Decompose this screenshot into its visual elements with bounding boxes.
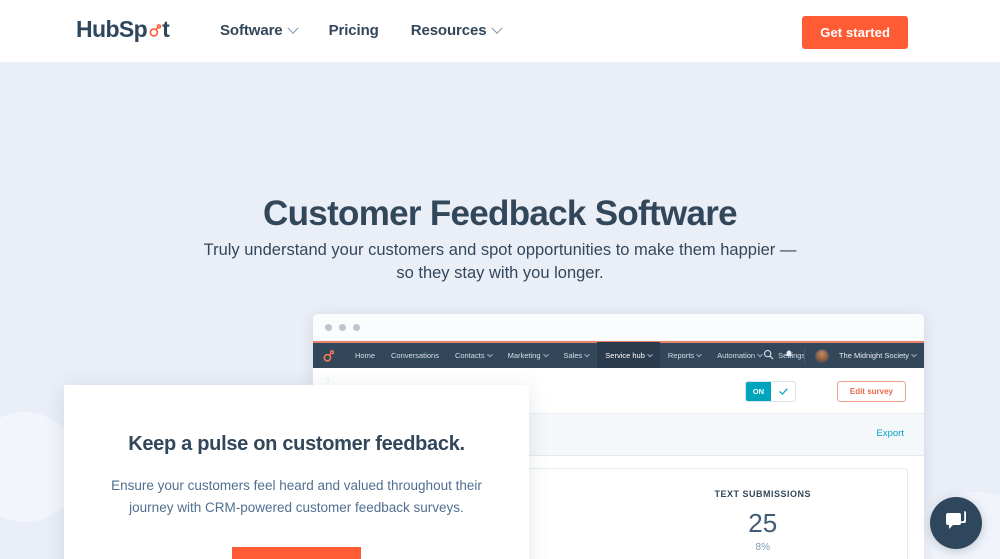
main-navigation: Software Pricing Resources: [220, 22, 503, 39]
app-navigation-bar: Home Conversations Contacts Marketing Sa…: [313, 341, 924, 369]
avatar[interactable]: [814, 348, 829, 363]
app-nav-service-hub[interactable]: Service hub: [597, 342, 660, 369]
app-nav-automation[interactable]: Automation: [709, 342, 770, 369]
nav-label: Pricing: [328, 22, 379, 39]
bell-icon[interactable]: [784, 347, 794, 365]
nav-label: Resources: [410, 22, 487, 39]
chevron-down-icon: [647, 351, 653, 357]
account-menu[interactable]: The Midnight Society: [838, 351, 917, 360]
app-nav-conversations[interactable]: Conversations: [383, 342, 447, 369]
nav-divider: [803, 348, 805, 363]
stat-label: TEXT SUBMISSIONS: [714, 489, 811, 499]
app-nav-marketing[interactable]: Marketing: [500, 342, 556, 369]
nav-label: Software: [220, 22, 283, 39]
window-dot-minimize-icon: [339, 323, 346, 331]
breadcrumb[interactable]: ‹: [327, 376, 343, 383]
chat-widget-button[interactable]: [930, 497, 982, 549]
app-nav-right-group: The Midnight Society: [763, 347, 917, 365]
search-icon[interactable]: [763, 347, 774, 365]
app-nav-label: Conversations: [391, 351, 439, 360]
app-nav-home[interactable]: Home: [347, 342, 383, 369]
stat-text-submissions: TEXT SUBMISSIONS 25 8%: [619, 489, 908, 559]
export-link[interactable]: Export: [877, 428, 904, 439]
stat-percent: 8%: [755, 541, 770, 553]
page-title: Customer Feedback Software: [263, 194, 738, 233]
chevron-down-icon: [486, 351, 493, 357]
app-nav-label: Marketing: [507, 351, 541, 360]
chevron-down-icon: [286, 22, 299, 34]
app-nav-label: Home: [355, 351, 376, 360]
chevron-down-icon: [911, 351, 917, 357]
chevron-down-icon: [696, 351, 702, 357]
app-nav-label: Automation: [717, 351, 756, 360]
toggle-on-label: ON: [745, 382, 771, 401]
account-name: The Midnight Society: [838, 351, 909, 360]
promo-card: Keep a pulse on customer feedback. Ensur…: [64, 385, 529, 559]
app-nav-reports[interactable]: Reports: [660, 342, 709, 369]
app-nav-contacts[interactable]: Contacts: [447, 342, 500, 369]
logo-text-after: t: [162, 16, 170, 42]
browser-chrome-bar: [313, 314, 924, 341]
hero-section: Customer Feedback Software Truly underst…: [0, 62, 1000, 559]
nav-item-pricing[interactable]: Pricing: [329, 22, 379, 39]
get-started-button[interactable]: Get started: [802, 16, 908, 49]
nav-item-software[interactable]: Software: [220, 22, 299, 39]
hubspot-sprocket-icon: [147, 22, 162, 37]
chevron-down-icon: [584, 351, 591, 357]
survey-on-toggle[interactable]: ON: [744, 381, 796, 402]
hero-subtitle: Truly understand your customers and spot…: [203, 241, 797, 282]
hubspot-sprocket-icon[interactable]: [321, 349, 335, 363]
app-nav-label: Sales: [563, 351, 583, 360]
promo-body: Ensure your customers feel heard and val…: [111, 478, 482, 515]
app-nav-label: Reports: [667, 351, 695, 360]
get-a-demo-button[interactable]: Get a demo: [231, 547, 362, 559]
window-dot-close-icon: [325, 323, 332, 331]
app-nav-label: Contacts: [454, 351, 485, 360]
chevron-down-icon: [542, 351, 549, 357]
chat-bubbles-icon: [943, 508, 969, 538]
app-nav-label: Service hub: [605, 351, 645, 360]
nav-item-resources[interactable]: Resources: [410, 22, 503, 39]
promo-title: Keep a pulse on customer feedback.: [128, 433, 465, 455]
stat-value: 25: [748, 508, 778, 538]
logo-text-before: HubSp: [76, 16, 148, 42]
site-header: HubSp t Software Pricing Resources Get s…: [0, 0, 1000, 62]
check-icon: [771, 382, 795, 401]
app-nav-sales[interactable]: Sales: [556, 342, 598, 369]
chevron-down-icon: [490, 22, 503, 34]
hubspot-logo[interactable]: HubSp t: [76, 16, 170, 42]
edit-survey-button[interactable]: Edit survey: [836, 381, 906, 402]
window-dot-maximize-icon: [353, 323, 360, 331]
